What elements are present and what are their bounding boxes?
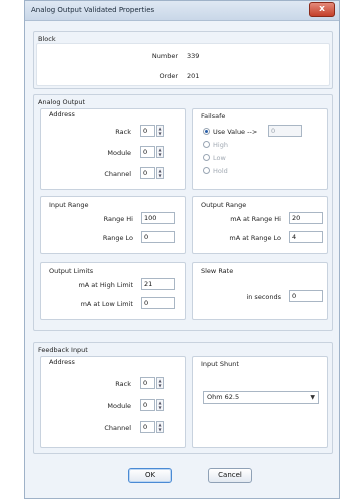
failsafe-low-label: Low [213, 154, 226, 162]
cancel-button[interactable]: Cancel [208, 468, 252, 483]
dialog-window: Analog Output Validated Properties x Blo… [24, 0, 340, 499]
fi-channel-input[interactable]: 0 [140, 421, 155, 433]
block-group: Block Number 339 Order 201 [33, 31, 333, 89]
range-lo-label: Range Lo [102, 234, 133, 242]
feedback-input-group: Feedback Input Address Rack 0 ▲ ▼ Module … [33, 342, 333, 454]
fi-channel-label: Channel [104, 424, 131, 432]
failsafe-high-radio[interactable] [203, 141, 210, 148]
fi-module-input[interactable]: 0 [140, 399, 155, 411]
window-title: Analog Output Validated Properties [31, 6, 155, 14]
failsafe-use-value-radio[interactable] [203, 128, 210, 135]
close-button[interactable]: x [309, 2, 335, 17]
number-value: 339 [187, 52, 200, 60]
analog-output-header: Analog Output [38, 98, 86, 106]
ma-high-limit-input[interactable]: 21 [141, 278, 175, 290]
title-bar[interactable]: Analog Output Validated Properties x [25, 1, 339, 21]
fi-address-panel: Address Rack 0 ▲ ▼ Module 0 ▲ ▼ Channel 0 … [40, 356, 186, 448]
ma-range-hi-input[interactable]: 20 [289, 212, 323, 224]
ao-rack-input[interactable]: 0 [140, 125, 155, 137]
range-hi-input[interactable]: 100 [141, 212, 175, 224]
slew-rate-panel: Slew Rate in seconds 0 [192, 262, 328, 320]
ao-channel-input[interactable]: 0 [140, 167, 155, 179]
analog-output-group: Analog Output Address Rack 0 ▲ ▼ Module 0… [33, 94, 333, 331]
ao-module-input[interactable]: 0 [140, 146, 155, 158]
fi-address-header: Address [49, 358, 75, 366]
block-header: Block [38, 35, 56, 43]
ao-rack-spinner[interactable]: ▲ ▼ [156, 125, 164, 137]
failsafe-value-input[interactable]: 0 [268, 125, 302, 137]
output-range-panel: Output Range mA at Range Hi 20 mA at Ran… [192, 196, 328, 254]
fi-channel-spinner[interactable]: ▲ ▼ [156, 421, 164, 433]
ma-range-lo-input[interactable]: 4 [289, 231, 323, 243]
ao-address-header: Address [49, 110, 75, 118]
failsafe-use-value-label: Use Value --> [213, 128, 258, 136]
fi-rack-spinner[interactable]: ▲ ▼ [156, 377, 164, 389]
block-info-panel: Number 339 Order 201 [36, 43, 330, 86]
input-range-panel: Input Range Range Hi 100 Range Lo 0 [40, 196, 186, 254]
ma-range-lo-label: mA at Range Lo [229, 234, 281, 242]
ma-low-limit-label: mA at Low Limit [80, 300, 133, 308]
ok-button[interactable]: OK [128, 468, 172, 483]
fi-module-spinner[interactable]: ▲ ▼ [156, 399, 164, 411]
order-value: 201 [187, 72, 200, 80]
ma-low-limit-input[interactable]: 0 [141, 297, 175, 309]
ao-channel-spinner[interactable]: ▲ ▼ [156, 167, 164, 179]
fi-rack-label: Rack [115, 380, 131, 388]
ma-high-limit-label: mA at High Limit [78, 281, 133, 289]
failsafe-hold-label: Hold [213, 167, 228, 175]
failsafe-panel: Failsafe Use Value --> 0 High Low Hold [192, 108, 328, 190]
slew-rate-header: Slew Rate [201, 267, 234, 275]
failsafe-hold-radio[interactable] [203, 167, 210, 174]
order-label: Order [159, 72, 178, 80]
ma-range-hi-label: mA at Range Hi [230, 215, 281, 223]
number-label: Number [151, 52, 178, 60]
fi-module-label: Module [107, 402, 131, 410]
output-range-header: Output Range [201, 201, 247, 209]
ao-rack-label: Rack [115, 128, 131, 136]
output-limits-header: Output Limits [49, 267, 94, 275]
in-seconds-input[interactable]: 0 [289, 290, 323, 302]
failsafe-low-radio[interactable] [203, 154, 210, 161]
input-range-header: Input Range [49, 201, 89, 209]
ao-channel-label: Channel [104, 170, 131, 178]
output-limits-panel: Output Limits mA at High Limit 21 mA at … [40, 262, 186, 320]
input-shunt-header: Input Shunt [201, 360, 239, 368]
in-seconds-label: in seconds [246, 293, 281, 301]
failsafe-high-label: High [213, 141, 228, 149]
feedback-input-header: Feedback Input [38, 346, 88, 354]
range-hi-label: Range Hi [103, 215, 133, 223]
chevron-down-icon: ▼ [310, 394, 315, 401]
input-shunt-panel: Input Shunt Ohm 62.5 ▼ [192, 356, 328, 448]
ao-address-panel: Address Rack 0 ▲ ▼ Module 0 ▲ ▼ Channel 0 … [40, 108, 186, 190]
ao-module-label: Module [107, 149, 131, 157]
range-lo-input[interactable]: 0 [141, 231, 175, 243]
input-shunt-select[interactable]: Ohm 62.5 ▼ [203, 391, 319, 404]
fi-rack-input[interactable]: 0 [140, 377, 155, 389]
ao-module-spinner[interactable]: ▲ ▼ [156, 146, 164, 158]
failsafe-header: Failsafe [201, 112, 226, 120]
input-shunt-selected: Ohm 62.5 [207, 393, 240, 401]
